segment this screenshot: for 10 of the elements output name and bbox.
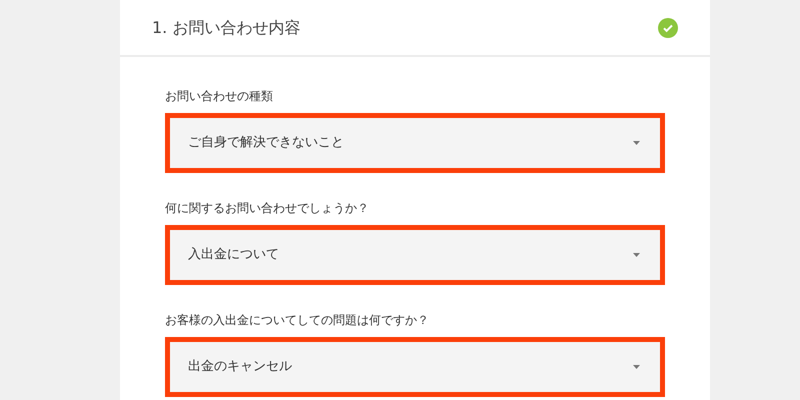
section-title: 1. お問い合わせ内容: [152, 16, 300, 38]
select-field[interactable]: ご自身で解決できないこと: [165, 113, 665, 173]
field-label: お問い合わせの種類: [165, 88, 274, 105]
field-label: お客様の入出金についてしての問題は何ですか？: [165, 312, 430, 329]
caret-icon: [633, 365, 640, 369]
caret-icon: [633, 253, 640, 257]
select-field[interactable]: 入出金について: [165, 225, 665, 285]
caret-icon: [633, 141, 640, 145]
field-label: 何に関するお問い合わせでしょうか？: [165, 200, 370, 217]
select-field[interactable]: 出金のキャンセル: [165, 337, 665, 397]
